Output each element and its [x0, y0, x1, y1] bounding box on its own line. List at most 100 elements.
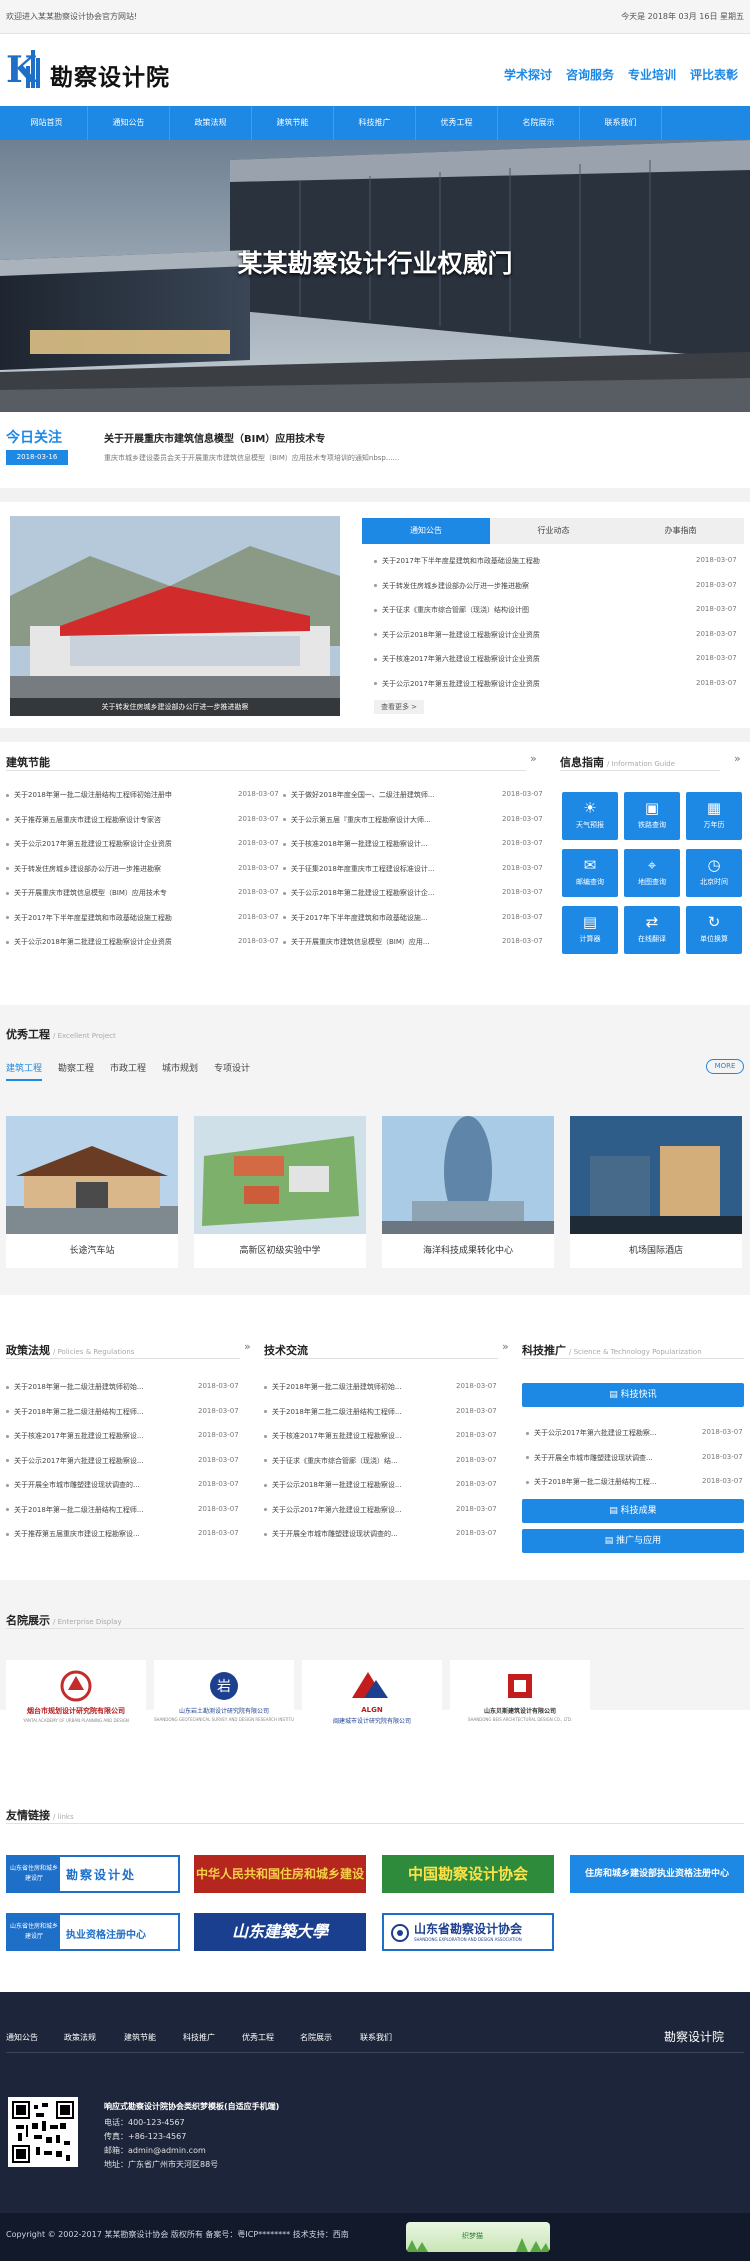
notice-item[interactable]: 关于公示2018年第一批建设工程勘察设计企业资质: [374, 630, 674, 642]
institute-logo-card[interactable]: ALGN 闽建城市设计研究院有限公司: [302, 1660, 442, 1746]
energy-right-item[interactable]: 关于公示2018年第二批建设工程勘察设计企...: [283, 888, 467, 900]
chevron-right-icon[interactable]: »: [734, 752, 741, 765]
footer-nav-item[interactable]: 优秀工程: [242, 2032, 274, 2043]
nav-excellent[interactable]: 优秀工程: [416, 106, 498, 140]
tab-guide[interactable]: 办事指南: [617, 518, 744, 544]
sci-news-button[interactable]: ▤ 科技快讯: [522, 1383, 744, 1407]
project-tab-planning[interactable]: 城市规划: [162, 1061, 198, 1074]
tech-item[interactable]: 关于开展全市城市雕塑建设现状调查的...: [264, 1529, 450, 1541]
energy-right-item[interactable]: 关于核准2018年第一批建设工程勘察设计...: [283, 839, 467, 851]
nav-energy[interactable]: 建筑节能: [252, 106, 334, 140]
header-nav-consult[interactable]: 咨询服务: [566, 66, 614, 83]
footer-nav-item[interactable]: 建筑节能: [124, 2032, 156, 2043]
energy-right-item[interactable]: 关于开展重庆市建筑信息模型（BIM）应用...: [283, 937, 467, 949]
logo-name[interactable]: 勘察设计院: [50, 58, 170, 92]
header-nav-academic[interactable]: 学术探讨: [504, 66, 552, 83]
guide-button[interactable]: ✉ 邮编查询: [562, 849, 618, 897]
nav-tech[interactable]: 科技推广: [334, 106, 416, 140]
energy-left-item[interactable]: 关于开展重庆市建筑信息模型（BIM）应用技术专: [6, 888, 206, 900]
institute-logo-card[interactable]: 岩 山东岩土勘测设计研究院有限公司 SHANDONG GEOTECHNICAL …: [154, 1660, 294, 1746]
institute-logo-card[interactable]: 山东贝斯建筑设计有限公司 SHANDONG BEIS ARCHITECTURAL…: [450, 1660, 590, 1746]
policy-item[interactable]: 关于推荐第五届重庆市建设工程勘察设...: [6, 1529, 192, 1541]
nav-home[interactable]: 网站首页: [6, 106, 88, 140]
link-banner-association[interactable]: 中国勘察设计协会: [382, 1855, 554, 1893]
energy-right-item[interactable]: 关于征集2018年度重庆市工程建设标准设计...: [283, 864, 467, 876]
header-nav-awards[interactable]: 评比表彰: [690, 66, 738, 83]
institute-logo-card[interactable]: 烟台市规划设计研究院有限公司 YANTAI ACADEMY OF URBAN P…: [6, 1660, 146, 1746]
link-banner-dept[interactable]: 山东省住房和城乡建设厅 勘察设计处: [6, 1855, 180, 1893]
link-banner-sd-association[interactable]: 山东省勘察设计协会 SHANDONG EXPLORATION AND DESIG…: [382, 1913, 554, 1951]
sci-item[interactable]: 关于2018年第一批二级注册结构工程...: [526, 1477, 682, 1489]
nav-policy[interactable]: 政策法规: [170, 106, 252, 140]
energy-left-item[interactable]: 关于转发住房城乡建设部办公厅进一步推进勘察: [6, 864, 206, 876]
energy-left-item[interactable]: 关于2017年下半年度星建筑和市政基础设施工程勘: [6, 913, 206, 925]
link-banner-university[interactable]: 山东建築大學: [194, 1913, 366, 1951]
guide-button[interactable]: ↻ 单位换算: [686, 906, 742, 954]
chevron-right-icon[interactable]: »: [502, 1340, 509, 1353]
policy-item[interactable]: 关于2018年第二批二级注册结构工程师...: [6, 1407, 192, 1419]
policy-item[interactable]: 关于公示2017年第六批建设工程勘察设...: [6, 1456, 192, 1468]
footer-email[interactable]: 邮箱：admin@admin.com: [104, 2145, 206, 2156]
feature-photo[interactable]: 关于转发住房城乡建设部办公厅进一步推进勘察: [10, 516, 340, 716]
footer-nav-item[interactable]: 名院展示: [300, 2032, 332, 2043]
guide-button[interactable]: ◷ 北京时间: [686, 849, 742, 897]
tab-notice[interactable]: 通知公告: [362, 518, 490, 544]
today-focus-headline[interactable]: 关于开展重庆市建筑信息模型（BIM）应用技术专: [104, 430, 325, 445]
tab-industry[interactable]: 行业动态: [490, 518, 617, 544]
energy-right-item[interactable]: 关于2017年下半年度建筑和市政基础设施...: [283, 913, 467, 925]
policy-item[interactable]: 关于开展全市城市雕塑建设现状调查的...: [6, 1480, 192, 1492]
chevron-right-icon[interactable]: »: [530, 752, 537, 765]
guide-button[interactable]: ⇄ 在线翻译: [624, 906, 680, 954]
guide-button[interactable]: ▦ 万年历: [686, 792, 742, 840]
tech-item[interactable]: 关于2018年第二批二级注册结构工程师...: [264, 1407, 450, 1419]
energy-right-item[interactable]: 关于做好2018年度全国一、二级注册建筑师...: [283, 790, 467, 802]
nav-notice[interactable]: 通知公告: [88, 106, 170, 140]
project-card[interactable]: 长途汽车站: [6, 1116, 178, 1268]
policy-item[interactable]: 关于2018年第一批二级注册建筑师初始...: [6, 1382, 192, 1394]
guide-button[interactable]: ☀ 天气预报: [562, 792, 618, 840]
projects-more-button[interactable]: MORE: [706, 1059, 744, 1074]
sci-apply-button[interactable]: ▤ 推广与应用: [522, 1529, 744, 1553]
sci-results-button[interactable]: ▤ 科技成果: [522, 1499, 744, 1523]
header-nav-training[interactable]: 专业培训: [628, 66, 676, 83]
notice-item[interactable]: 关于征求《重庆市综合管廊（现浇）结构设计图: [374, 605, 674, 617]
tech-item[interactable]: 关于征求《重庆市综合管廊（现浇）结...: [264, 1456, 450, 1468]
project-tab-survey[interactable]: 勘察工程: [58, 1061, 94, 1074]
guide-button[interactable]: ⌖ 地图查询: [624, 849, 680, 897]
link-banner-qualification[interactable]: 山东省住房和城乡建设厅 执业资格注册中心: [6, 1913, 180, 1951]
sci-item[interactable]: 关于开展全市城市雕塑建设现状调查...: [526, 1453, 682, 1465]
footer-badge[interactable]: 织梦猫: [406, 2222, 550, 2252]
project-tab-municipal[interactable]: 市政工程: [110, 1061, 146, 1074]
footer-nav-item[interactable]: 通知公告: [6, 2032, 38, 2043]
notices-more-button[interactable]: 查看更多 >: [374, 700, 424, 714]
project-card[interactable]: 机场国际酒店: [570, 1116, 742, 1268]
link-banner-registry[interactable]: 住房和城乡建设部执业资格注册中心: [570, 1855, 744, 1893]
project-card[interactable]: 高新区初级实验中学: [194, 1116, 366, 1268]
notice-item[interactable]: 关于转发住房城乡建设部办公厅进一步推进勘察: [374, 581, 674, 593]
project-tab-special[interactable]: 专项设计: [214, 1061, 250, 1074]
policy-item[interactable]: 关于核准2017年第五批建设工程勘察设...: [6, 1431, 192, 1443]
nav-contact[interactable]: 联系我们: [580, 106, 662, 140]
energy-left-item[interactable]: 关于推荐第五届重庆市建设工程勘察设计专家咨: [6, 815, 206, 827]
chevron-right-icon[interactable]: »: [244, 1340, 251, 1353]
guide-button[interactable]: ▣ 铁路查询: [624, 792, 680, 840]
notice-item[interactable]: 关于公示2017年第五批建设工程勘察设计企业资质: [374, 679, 674, 691]
link-banner-ministry[interactable]: 中华人民共和国住房和城乡建设部: [194, 1855, 366, 1893]
notice-item[interactable]: 关于核准2017年第六批建设工程勘察设计企业资质: [374, 654, 674, 666]
energy-left-item[interactable]: 关于公示2018年第二批建设工程勘察设计企业资质: [6, 937, 206, 949]
sci-item[interactable]: 关于公示2017年第六批建设工程勘察...: [526, 1428, 682, 1440]
project-card[interactable]: 海洋科技成果转化中心: [382, 1116, 554, 1268]
tech-item[interactable]: 关于公示2017年第六批建设工程勘察设...: [264, 1505, 450, 1517]
project-tab-building[interactable]: 建筑工程: [6, 1061, 43, 1081]
footer-nav-item[interactable]: 联系我们: [360, 2032, 392, 2043]
tech-item[interactable]: 关于2018年第一批二级注册建筑师初始...: [264, 1382, 450, 1394]
notice-item[interactable]: 关于2017年下半年度星建筑和市政基础设施工程勘: [374, 556, 674, 568]
nav-famous[interactable]: 名院展示: [498, 106, 580, 140]
energy-left-item[interactable]: 关于2018年第一批二级注册结构工程师初始注册申: [6, 790, 206, 802]
energy-left-item[interactable]: 关于公示2017年第五批建设工程勘察设计企业资质: [6, 839, 206, 851]
guide-button[interactable]: ▤ 计算器: [562, 906, 618, 954]
footer-nav-item[interactable]: 政策法规: [64, 2032, 96, 2043]
tech-item[interactable]: 关于公示2018年第一批建设工程勘察设...: [264, 1480, 450, 1492]
tech-item[interactable]: 关于核准2017年第五批建设工程勘察设...: [264, 1431, 450, 1443]
policy-item[interactable]: 关于2018年第一批二级注册结构工程师...: [6, 1505, 192, 1517]
